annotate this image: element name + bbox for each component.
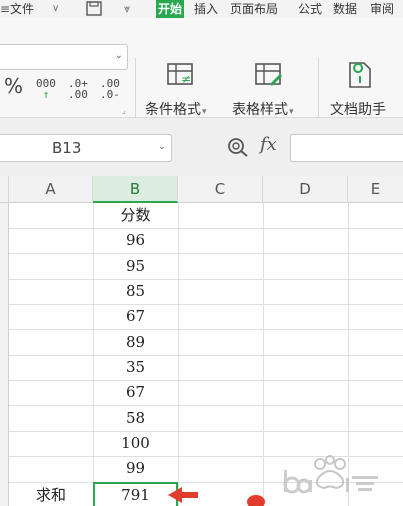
cell-score[interactable]: 67: [93, 304, 178, 329]
svg-text:≠: ≠: [181, 72, 191, 86]
cell-b-header[interactable]: 分数: [93, 203, 178, 228]
red-arrow-icon: [168, 487, 198, 503]
insert-function-button[interactable]: fx: [260, 134, 277, 155]
grid-line: [9, 329, 403, 330]
formula-bar: B13 ⌄ fx: [0, 118, 403, 176]
cell-score[interactable]: 35: [93, 355, 178, 380]
tab-formula[interactable]: 公式: [298, 0, 322, 18]
thousands-separator-button[interactable]: 000 ↑: [36, 78, 56, 100]
increase-decimal-button[interactable]: .0+ .00: [68, 78, 88, 100]
cell-sum-label[interactable]: 求和: [9, 483, 93, 506]
column-header-b[interactable]: B: [93, 176, 178, 203]
conditional-format-icon[interactable]: ≠: [166, 62, 196, 88]
menu-bar: ≡ 文件 ∨ ⩔ 开始 插入 页面布局 公式 数据 审阅: [0, 0, 403, 18]
inc-decimal-bottom: .00: [68, 88, 88, 101]
column-header-corner[interactable]: [0, 176, 9, 203]
name-box[interactable]: B13 ⌄: [0, 134, 172, 162]
percent-style-button[interactable]: %: [4, 74, 23, 98]
watermark-logo: [283, 455, 378, 494]
tab-data[interactable]: 数据: [333, 0, 357, 18]
column-header-e[interactable]: E: [348, 176, 403, 203]
doc-assistant-label: 文档助手: [330, 102, 386, 118]
cell-score[interactable]: 95: [93, 254, 178, 279]
dec-decimal-bottom: .0-: [100, 88, 120, 101]
grid-line: [9, 380, 403, 381]
caret-down-icon: ▾: [289, 107, 294, 117]
column-header-d[interactable]: D: [263, 176, 348, 203]
conditional-format-label: 条件格式: [145, 102, 201, 118]
cell-score[interactable]: 85: [93, 279, 178, 304]
ribbon: ⌄ % 000 ↑ .0+ .00 .00 .0- ⌟ ≠ 条件格式▾ 表格样式…: [0, 18, 403, 130]
tab-review[interactable]: 审阅: [370, 0, 394, 18]
decrease-decimal-button[interactable]: .00 .0-: [100, 78, 120, 100]
grid-line: [9, 355, 403, 356]
grid-line: [9, 405, 403, 406]
conditional-format-button[interactable]: 条件格式▾: [145, 99, 207, 119]
table-style-label: 表格样式: [232, 102, 288, 118]
menu-file[interactable]: 文件: [10, 0, 34, 18]
chevron-down-icon: ⌄: [157, 141, 166, 152]
grid-line: [9, 253, 403, 254]
table-style-button[interactable]: 表格样式▾: [232, 99, 294, 119]
number-format-dropdown[interactable]: ⌄: [0, 44, 128, 70]
grid-line: [9, 228, 403, 229]
chevron-down-icon: ⌄: [114, 50, 123, 61]
cell-score[interactable]: 99: [93, 456, 178, 481]
doc-assistant-button[interactable]: 文档助手: [330, 99, 386, 119]
cell-score[interactable]: 89: [93, 330, 178, 355]
cell-score[interactable]: 96: [93, 228, 178, 253]
cell-score[interactable]: 67: [93, 380, 178, 405]
tab-home[interactable]: 开始: [156, 0, 185, 18]
cell-reference: B13: [52, 139, 82, 157]
dialog-launcher-icon[interactable]: ⌟: [122, 106, 126, 115]
grid-line: [9, 431, 403, 432]
tab-page-layout[interactable]: 页面布局: [230, 0, 278, 18]
grid-line: [9, 279, 403, 280]
row-headers[interactable]: [0, 203, 9, 506]
table-style-icon[interactable]: [254, 62, 284, 88]
menu-more-icon[interactable]: ≡: [0, 0, 10, 18]
column-header-a[interactable]: A: [9, 176, 93, 203]
zoom-icon[interactable]: [226, 136, 250, 158]
doc-assistant-icon[interactable]: [346, 62, 376, 88]
chevron-down-icon[interactable]: ∨: [52, 0, 59, 18]
caret-down-icon: ▾: [202, 107, 207, 117]
save-icon[interactable]: [86, 1, 102, 19]
column-header-c[interactable]: C: [178, 176, 263, 203]
thousands-arrow-icon: ↑: [42, 88, 50, 101]
tab-insert[interactable]: 插入: [194, 0, 218, 18]
cell-score[interactable]: 58: [93, 406, 178, 431]
dropdown-arrow-icon[interactable]: ⩔: [124, 0, 130, 18]
cell-score[interactable]: 100: [93, 431, 178, 456]
column-headers: A B C D E: [0, 176, 403, 203]
grid-line: [9, 304, 403, 305]
formula-input[interactable]: [290, 134, 403, 162]
